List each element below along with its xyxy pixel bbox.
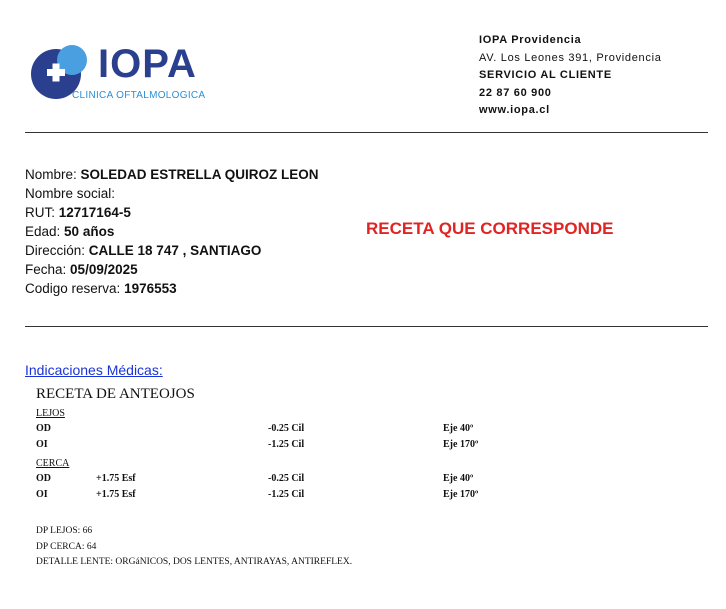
patient-booking: 1976553	[124, 281, 177, 296]
patient-address-row: Dirección: CALLE 18 747 , SANTIAGO	[25, 241, 319, 260]
patient-name: SOLEDAD ESTRELLA QUIROZ LEON	[80, 167, 319, 182]
dp-near: DP CERCA: 64	[36, 541, 97, 552]
patient-name-label: Nombre:	[25, 167, 77, 182]
clinic-website: www.iopa.cl	[479, 104, 550, 116]
header-divider	[25, 132, 708, 133]
near-od-axis: Eje 40º	[443, 473, 474, 484]
far-oi-axis: Eje 170º	[443, 439, 479, 450]
prescription-notes: DP LEJOS: 66 DP CERCA: 64 DETALLE LENTE:…	[36, 524, 352, 571]
far-oi-eye: OI	[36, 439, 48, 450]
patient-rut-row: RUT: 12717164-5	[25, 203, 319, 222]
clinic-address: AV. Los Leones 391, Providencia	[479, 51, 662, 64]
logo-wordmark: IOPA	[98, 42, 197, 86]
near-oi-cyl: -1.25 Cil	[268, 489, 305, 500]
patient-date-label: Fecha:	[25, 262, 67, 277]
far-od-eye: OD	[36, 423, 51, 434]
patient-social-row: Nombre social:	[25, 184, 319, 203]
near-oi-eye: OI	[36, 489, 48, 500]
patient-rut-label: RUT:	[25, 205, 55, 220]
far-od-cyl: -0.25 Cil	[268, 423, 305, 434]
near-od-sph: +1.75 Esf	[96, 473, 136, 484]
logo-subtitle-2: OFTALMOLOGICA	[116, 90, 206, 101]
patient-address: CALLE 18 747 , SANTIAGO	[88, 243, 262, 258]
patient-booking-label: Codigo reserva:	[25, 281, 121, 296]
near-od-cyl: -0.25 Cil	[268, 473, 305, 484]
patient-date-row: Fecha: 05/09/2025	[25, 260, 319, 279]
patient-rut: 12717164-5	[58, 205, 131, 220]
clinic-info: IOPA Providencia AV. Los Leones 391, Pro…	[479, 32, 662, 120]
clinic-phone: 22 87 60 900	[479, 86, 552, 99]
logo-subtitle: CLINICA OFTALMOLOGICA	[72, 90, 205, 102]
prescription-title: RECETA DE ANTEOJOS	[36, 386, 195, 402]
medical-indications-link[interactable]: Indicaciones Médicas:	[25, 362, 163, 378]
near-oi-sph: +1.75 Esf	[96, 489, 136, 500]
patient-name-row: Nombre: SOLEDAD ESTRELLA QUIROZ LEON	[25, 165, 319, 184]
patient-booking-row: Codigo reserva: 1976553	[25, 279, 319, 298]
patient-date: 05/09/2025	[70, 262, 138, 277]
patient-social-label: Nombre social:	[25, 186, 116, 201]
dp-far: DP LEJOS: 66	[36, 526, 93, 536]
patient-divider	[25, 326, 708, 327]
patient-age: 50 años	[64, 224, 115, 239]
far-section-label: LEJOS	[36, 408, 65, 419]
patient-age-label: Edad:	[25, 224, 61, 239]
far-oi-cyl: -1.25 Cil	[268, 439, 305, 450]
near-od-eye: OD	[36, 473, 51, 484]
prescription-stamp: RECETA QUE CORRESPONDE	[366, 219, 614, 238]
logo-subtitle-1: CLINICA	[72, 90, 114, 101]
patient-address-label: Dirección:	[25, 243, 86, 258]
near-oi-axis: Eje 170º	[443, 489, 479, 500]
far-od-axis: Eje 40º	[443, 423, 474, 434]
patient-age-row: Edad: 50 años	[25, 222, 319, 241]
lens-detail: DETALLE LENTE: ORGáNICOS, DOS LENTES, AN…	[36, 557, 353, 567]
patient-details: Nombre: SOLEDAD ESTRELLA QUIROZ LEON Nom…	[25, 165, 319, 298]
clinic-name: IOPA Providencia	[479, 34, 582, 46]
service-label: SERVICIO AL CLIENTE	[479, 69, 612, 81]
near-section-label: CERCA	[36, 458, 70, 469]
